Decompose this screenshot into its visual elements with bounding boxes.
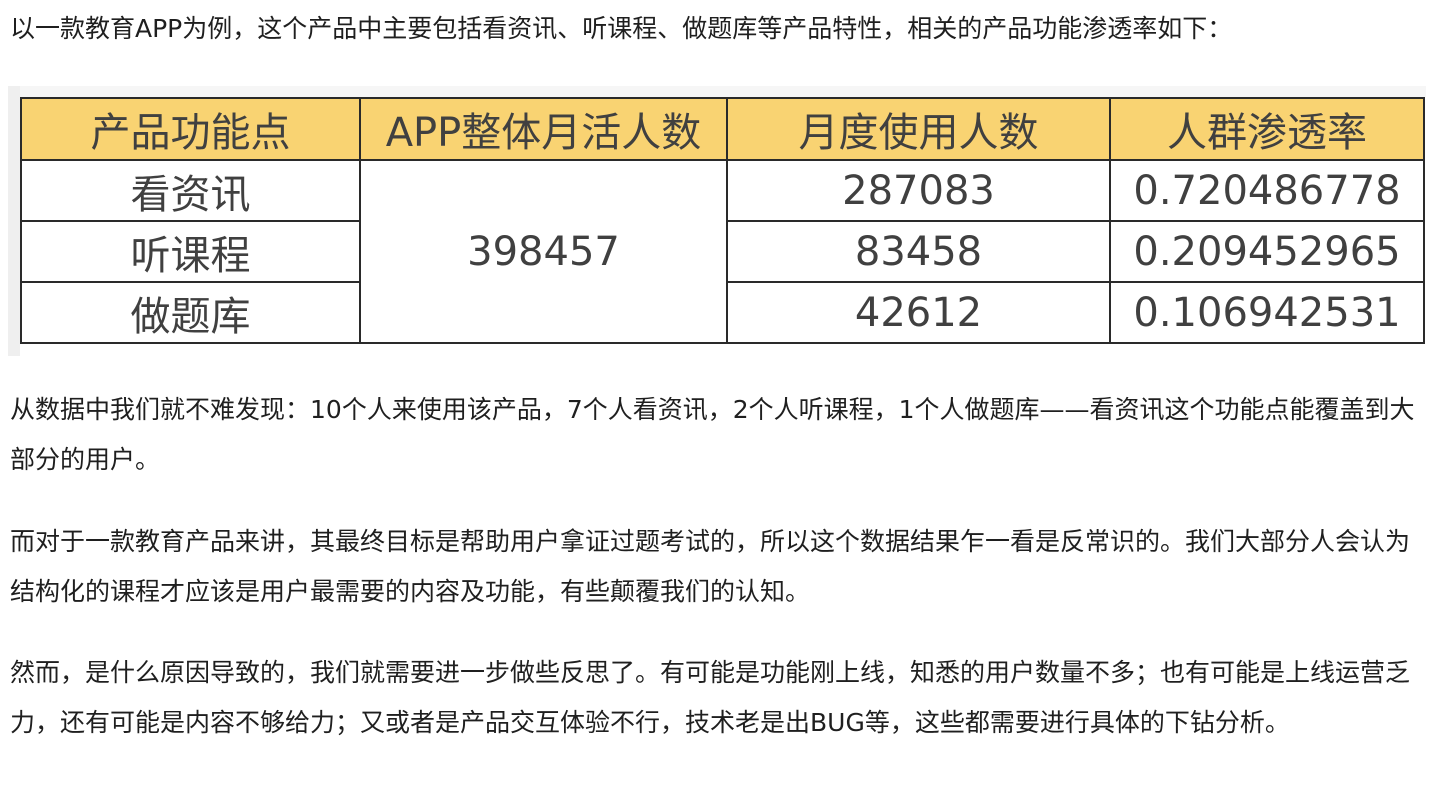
cell-monthly-users: 287083 — [726, 159, 1111, 222]
cell-monthly-active-users: 398457 — [359, 159, 728, 344]
header-monthly-users: 月度使用人数 — [726, 97, 1111, 161]
finding-paragraph: 从数据中我们就不难发现：10个人来使用该产品，7个人看资讯，2个人听课程，1个人… — [10, 395, 1415, 474]
cell-feature: 看资讯 — [20, 159, 361, 222]
cell-feature: 听课程 — [20, 220, 361, 283]
sheet-column-gutter — [8, 86, 1426, 97]
cell-penetration: 0.720486778 — [1109, 159, 1425, 222]
intro-paragraph: 以一款教育APP为例，这个产品中主要包括看资讯、听课程、做题库等产品特性，相关的… — [10, 14, 1233, 43]
table-row: 看资讯 398457 287083 0.720486778 — [20, 159, 1425, 344]
cell-penetration: 0.106942531 — [1109, 281, 1425, 344]
spreadsheet-image: 产品功能点 APP整体月活人数 月度使用人数 人群渗透率 看资讯 398457 … — [8, 86, 1426, 356]
education-paragraph: 而对于一款教育产品来讲，其最终目标是帮助用户拿证过题考试的，所以这个数据结果乍一… — [10, 527, 1411, 606]
cell-feature: 做题库 — [20, 281, 361, 344]
header-penetration: 人群渗透率 — [1109, 97, 1425, 161]
feature-penetration-table: 产品功能点 APP整体月活人数 月度使用人数 人群渗透率 看资讯 398457 … — [20, 97, 1425, 344]
table-header-row: 产品功能点 APP整体月活人数 月度使用人数 人群渗透率 — [20, 97, 1425, 161]
header-monthly-active: APP整体月活人数 — [359, 97, 728, 161]
cell-penetration: 0.209452965 — [1109, 220, 1425, 283]
reflection-paragraph: 然而，是什么原因导致的，我们就需要进一步做些反思了。有可能是功能刚上线，知悉的用… — [10, 658, 1411, 737]
cell-monthly-users: 83458 — [726, 220, 1111, 283]
cell-monthly-users: 42612 — [726, 281, 1111, 344]
sheet-row-gutter — [8, 86, 20, 356]
header-feature: 产品功能点 — [20, 97, 361, 161]
